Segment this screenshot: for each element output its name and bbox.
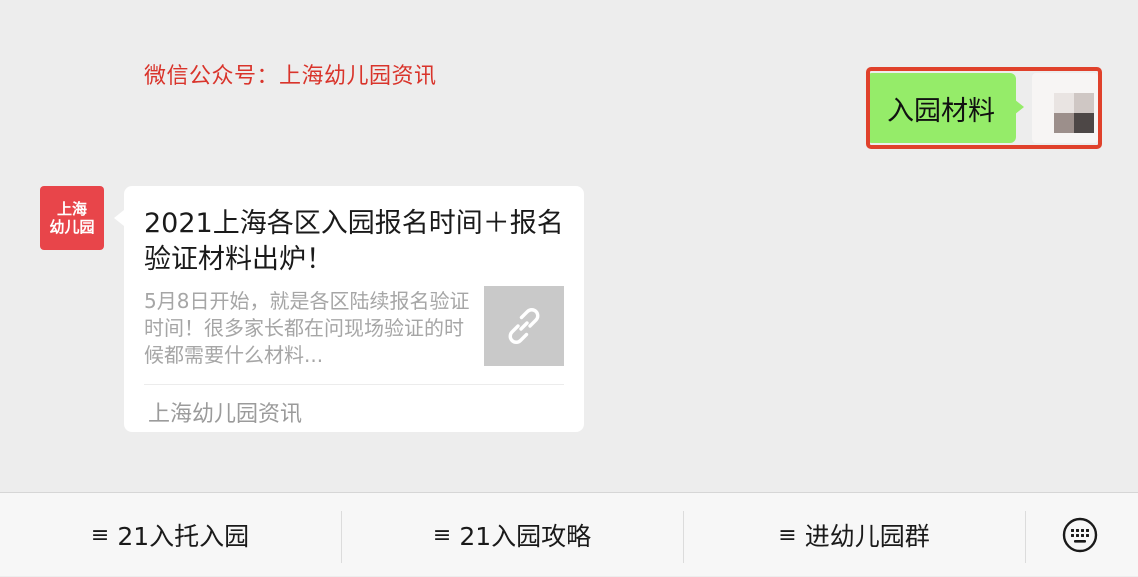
menu-item-21-guide[interactable]: ≡ 21入园攻略: [342, 493, 682, 577]
menu-item-label: 21入托入园: [117, 522, 250, 551]
menu-list-icon: ≡: [90, 522, 110, 548]
card-divider: [144, 384, 564, 385]
bottom-menu-bar: ≡ 21入托入园 ≡ 21入园攻略 ≡ 进幼儿园群: [0, 492, 1138, 576]
menu-list-icon: ≡: [778, 522, 797, 548]
card-title: 2021上海各区入园报名时间＋报名验证材料出炉！: [144, 208, 564, 275]
outgoing-message-row: 入园材料: [866, 67, 1102, 149]
keyboard-icon: [1062, 517, 1098, 553]
link-icon: [508, 308, 540, 344]
avatar-text-line2: 幼儿园: [49, 218, 95, 236]
menu-list-icon: ≡: [432, 522, 452, 548]
menu-separator: [1025, 511, 1026, 563]
card-description: 5月8日开始，就是各区陆续报名验证时间！很多家长都在问现场验证的时候都需要什么材…: [144, 289, 470, 367]
header-note: 微信公众号：上海幼儿园资讯: [144, 64, 437, 89]
official-account-avatar[interactable]: 上海 幼儿园: [40, 186, 104, 250]
highlight-box: [866, 67, 1102, 149]
avatar-text-line1: 上海: [56, 200, 87, 218]
menu-item-21-nursery[interactable]: ≡ 21入托入园: [0, 493, 340, 577]
menu-item-label: 进幼儿园群: [804, 522, 930, 551]
card-source: 上海幼儿园资讯: [148, 402, 303, 427]
chat-area: 微信公众号：上海幼儿园资讯 入园材料 上海 幼儿园 2021上海各区入园报名时间…: [0, 0, 1138, 492]
menu-item-join-group[interactable]: ≡ 进幼儿园群: [684, 493, 1024, 577]
card-bubble-tail: [114, 210, 124, 226]
article-link-card[interactable]: 2021上海各区入园报名时间＋报名验证材料出炉！ 5月8日开始，就是各区陆续报名…: [124, 186, 584, 432]
keyboard-toggle-button[interactable]: [1060, 515, 1100, 555]
menu-item-label: 21入园攻略: [459, 522, 592, 551]
card-thumbnail: [484, 286, 564, 366]
